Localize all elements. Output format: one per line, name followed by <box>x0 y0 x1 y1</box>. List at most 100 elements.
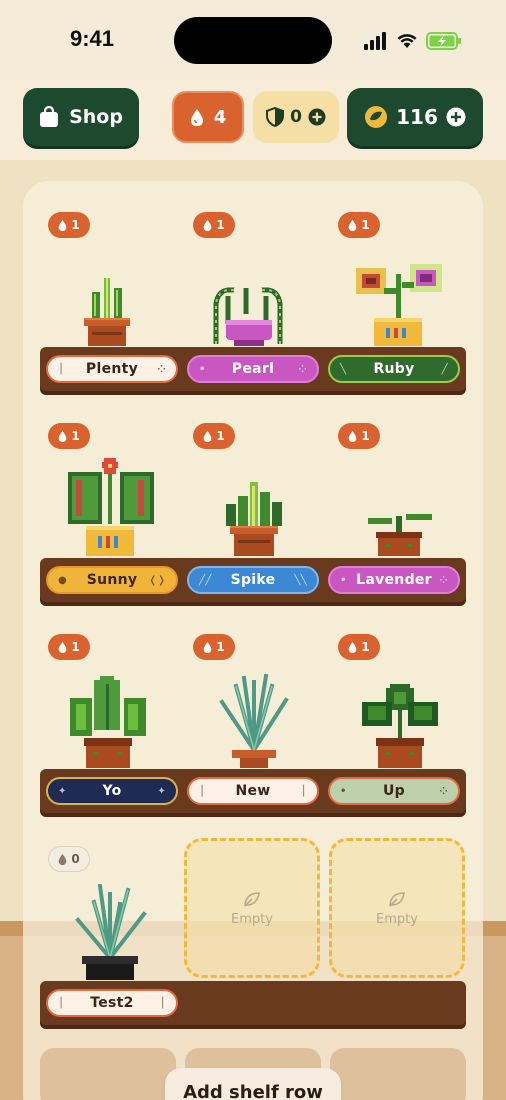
top-bar: Shop 4 0 116 <box>0 80 506 160</box>
tag-decoration: • <box>340 574 347 586</box>
tag-decoration: │ <box>58 363 65 375</box>
add-shelf-row-button[interactable]: Add shelf row <box>165 1068 341 1100</box>
plant-name: New <box>235 783 271 799</box>
tag-decoration: │ <box>199 785 206 797</box>
battery-charging-icon <box>426 32 461 50</box>
cellular-signal-icon <box>364 32 386 50</box>
test2-grass-plant[interactable] <box>70 884 150 982</box>
tag-decoration: ╲╲ <box>294 574 307 586</box>
tag-decoration: ╱╱ <box>199 574 212 586</box>
plant-name-tag[interactable]: ✦ Yo ✦ <box>46 777 178 805</box>
plant-name-tag[interactable]: • Lavender ⁘ <box>328 566 460 594</box>
tag-decoration: ⁘ <box>298 363 307 375</box>
water-badge[interactable]: 1 <box>193 634 235 660</box>
shop-button[interactable]: Shop <box>23 88 139 146</box>
tag-decoration: ✦ <box>157 785 166 797</box>
plant-name: Lavender <box>356 572 432 588</box>
tag-decoration: │ <box>58 997 65 1009</box>
water-drop-icon <box>203 219 212 231</box>
plant-name-tag[interactable]: │ Test2 │ <box>46 989 178 1017</box>
coins-button[interactable]: 116 <box>347 88 483 146</box>
plant-name: Yo <box>102 783 122 799</box>
leaf-icon <box>244 891 260 907</box>
dynamic-island <box>174 17 332 64</box>
tag-decoration: ✦ <box>58 785 67 797</box>
water-badge-count: 0 <box>71 852 80 866</box>
water-drop-icon <box>348 430 357 442</box>
shop-label: Shop <box>69 106 123 128</box>
coins-count: 116 <box>396 105 438 129</box>
plant-name-tag[interactable]: ● Sunny ❬❭ <box>46 566 178 594</box>
water-badge-count: 1 <box>361 429 370 443</box>
water-badge-count: 1 <box>361 218 370 232</box>
water-badge[interactable]: 1 <box>338 423 380 449</box>
tag-decoration: ⁘ <box>157 363 166 375</box>
plant-name: Test2 <box>90 995 134 1011</box>
water-badge-count: 1 <box>361 640 370 654</box>
tag-decoration: • <box>340 785 347 797</box>
plant-name-tag[interactable]: • Pearl ⁘ <box>187 355 319 383</box>
empty-slot-label: Empty <box>231 911 273 927</box>
leaf-coin-icon <box>365 106 388 128</box>
water-badge[interactable]: 1 <box>338 212 380 238</box>
water-badge[interactable]: 1 <box>48 423 90 449</box>
water-badge-count: 1 <box>216 640 225 654</box>
water-drop-icon <box>58 430 67 442</box>
water-badge[interactable]: 1 <box>193 423 235 449</box>
status-time: 9:41 <box>70 26 115 51</box>
tag-decoration: ╲ <box>340 363 347 375</box>
water-drop-icon <box>58 219 67 231</box>
status-bar: 9:41 <box>0 0 506 80</box>
ruby-flower-plant[interactable] <box>354 258 446 348</box>
water-badge[interactable]: 1 <box>48 634 90 660</box>
tag-decoration: ❬❭ <box>148 574 166 586</box>
water-badge-count: 1 <box>71 429 80 443</box>
plant-name: Sunny <box>86 572 138 588</box>
tag-decoration: ⁘ <box>439 785 448 797</box>
new-grass-plant[interactable] <box>214 672 294 770</box>
water-badge[interactable]: 1 <box>338 634 380 660</box>
spike-plant[interactable] <box>220 482 288 558</box>
water-drop-icon <box>203 641 212 653</box>
tag-decoration: │ <box>159 997 166 1009</box>
sunny-plant[interactable] <box>66 458 156 558</box>
plant-name-tag[interactable]: ╱╱ Spike ╲╲ <box>187 566 319 594</box>
water-badge[interactable]: 0 <box>48 846 90 872</box>
shield-counter[interactable]: 0 <box>253 91 339 143</box>
shelf-1: │ Plenty ⁘ • Pearl ⁘ ╲ Ruby ╱ <box>40 347 466 391</box>
pearl-vine-plant[interactable] <box>206 284 290 348</box>
shelf-2: ● Sunny ❬❭ ╱╱ Spike ╲╲ • Lavender ⁘ <box>40 558 466 602</box>
water-badge-count: 1 <box>71 218 80 232</box>
lavender-sprout-plant[interactable] <box>366 512 434 558</box>
water-drop-icon <box>203 430 212 442</box>
empty-slot-label: Empty <box>376 911 418 927</box>
plant-name-tag[interactable]: │ New │ <box>187 777 319 805</box>
water-badge[interactable]: 1 <box>193 212 235 238</box>
tag-decoration: ● <box>58 574 68 586</box>
cactus-plant[interactable] <box>80 276 136 348</box>
plant-name: Plenty <box>85 361 139 377</box>
water-badge-count: 1 <box>71 640 80 654</box>
up-leafy-plant[interactable] <box>358 682 442 770</box>
empty-slot[interactable]: Empty <box>329 838 465 978</box>
water-badge[interactable]: 1 <box>48 212 90 238</box>
empty-slot[interactable]: Empty <box>184 838 320 978</box>
shelf-3: ✦ Yo ✦ │ New │ • Up ⁘ <box>40 769 466 813</box>
leaf-icon <box>389 891 405 907</box>
plant-name-tag[interactable]: • Up ⁘ <box>328 777 460 805</box>
plus-icon <box>446 107 466 127</box>
water-drop-icon <box>348 219 357 231</box>
water-badge-count: 1 <box>216 218 225 232</box>
plant-name-tag[interactable]: ╲ Ruby ╱ <box>328 355 460 383</box>
plant-name: Spike <box>230 572 276 588</box>
plus-icon <box>308 108 326 126</box>
water-drop-icon <box>190 109 203 126</box>
tag-decoration: │ <box>300 785 307 797</box>
plant-name-tag[interactable]: │ Plenty ⁘ <box>46 355 178 383</box>
shelf-4: │ Test2 │ <box>40 981 466 1025</box>
wifi-icon <box>397 34 417 48</box>
shield-count: 0 <box>290 107 302 127</box>
plant-name: Up <box>383 783 405 799</box>
yo-leafy-plant[interactable] <box>68 676 148 770</box>
water-drops-counter[interactable]: 4 <box>172 91 244 143</box>
